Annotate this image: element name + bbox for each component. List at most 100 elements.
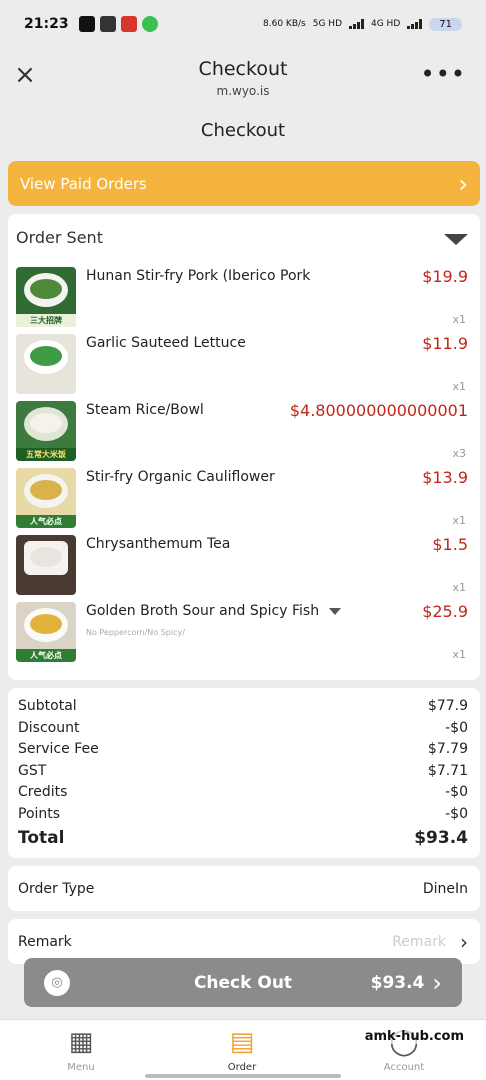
tab-menu-label: Menu: [67, 1062, 95, 1073]
credits-label: Credits: [18, 784, 68, 800]
item-name: Stir-fry Organic Cauliflower: [86, 469, 275, 485]
order-item: 三大招牌 Hunan Stir-fry Pork (Iberico Pork $…: [8, 267, 480, 334]
item-image: [16, 535, 76, 595]
order-item: Garlic Sauteed Lettuce $11.9 x1: [8, 334, 480, 401]
order-type-value: DineIn: [422, 880, 468, 897]
food-shape: [30, 413, 62, 433]
signal-icon: [407, 19, 423, 29]
food-shape: [30, 614, 62, 634]
collapse-toggle-icon[interactable]: [444, 234, 468, 245]
item-qty: x1: [452, 648, 466, 661]
item-name: Golden Broth Sour and Spicy Fish: [86, 603, 342, 619]
order-item: Chrysanthemum Tea $1.5 x1: [8, 535, 480, 602]
item-name: Hunan Stir-fry Pork (Iberico Pork: [86, 268, 311, 284]
discount-value: -$0: [445, 719, 468, 736]
item-image: 五常大米饭: [16, 401, 76, 461]
order-type-label: Order Type: [18, 880, 95, 897]
item-qty: x1: [452, 313, 466, 326]
item-badge: 人气必点: [16, 649, 76, 662]
browser-header: × Checkout m.wyo.is •••: [0, 48, 486, 110]
checkout-button[interactable]: ◎ Check Out $93.4 ›: [24, 958, 462, 1007]
home-indicator[interactable]: [145, 1074, 341, 1078]
total-value: $93.4: [414, 828, 468, 848]
food-shape: [30, 346, 62, 366]
order-item: 人气必点 Golden Broth Sour and Spicy Fish No…: [8, 602, 480, 669]
discount-label: Discount: [18, 719, 80, 736]
credits-value: -$0: [445, 784, 468, 800]
item-badge: 人气必点: [16, 515, 76, 528]
service-fee-row: Service Fee $7.79: [18, 739, 468, 761]
options-dropdown-icon[interactable]: [329, 607, 342, 615]
price-summary-card: Subtotal $77.9 Discount -$0 Service Fee $7.…: [8, 688, 480, 858]
chevron-right-icon: ›: [458, 169, 468, 198]
order-type-row[interactable]: Order Type DineIn: [8, 866, 480, 911]
remark-input[interactable]: Remark: [392, 934, 446, 950]
order-sent-title: Order Sent: [16, 228, 103, 247]
gst-label: GST: [18, 762, 47, 779]
chevron-right-icon: ›: [460, 929, 468, 954]
gst-value: $7.71: [427, 762, 468, 779]
subtotal-row: Subtotal $77.9: [18, 696, 468, 718]
food-shape: [30, 480, 62, 500]
chevron-right-icon: ›: [432, 968, 442, 997]
item-qty: x1: [452, 514, 466, 527]
points-row: Points -$0: [18, 804, 468, 826]
item-price: $25.9: [422, 602, 468, 621]
status-bar: 21:23 8.60 KB/s 5G HD 4G HD 71: [0, 0, 486, 48]
item-note: No Peppercorn/No Spicy/: [86, 628, 185, 637]
status-time: 21:23: [24, 16, 69, 32]
discount-row: Discount -$0: [18, 718, 468, 740]
order-sent-card: Order Sent 三大招牌 Hunan Stir-fry Pork (Ibe…: [8, 214, 480, 680]
points-value: -$0: [445, 805, 468, 822]
total-row: Total $93.4: [18, 825, 468, 851]
item-image: 人气必点: [16, 602, 76, 662]
item-qty: x3: [452, 447, 466, 460]
item-badge: 三大招牌: [16, 314, 76, 327]
page-title: Checkout: [200, 120, 286, 141]
signal-icon: [349, 19, 364, 29]
total-label: Total: [18, 828, 65, 848]
item-price: $11.9: [422, 334, 468, 353]
view-paid-orders-label: View Paid Orders: [20, 174, 147, 193]
watermark: amk-hub.com: [362, 1029, 466, 1044]
item-image: [16, 334, 76, 394]
subtotal-label: Subtotal: [18, 698, 77, 714]
item-name: Steam Rice/Bowl: [86, 402, 204, 418]
item-price: $1.5: [432, 535, 468, 554]
tab-order-label: Order: [227, 1062, 257, 1073]
food-shape: [30, 547, 62, 567]
subtotal-value: $77.9: [427, 698, 468, 714]
tab-order[interactable]: ▤ Order: [202, 1026, 282, 1073]
item-name-text: Golden Broth Sour and Spicy Fish: [86, 603, 320, 619]
checkout-amount: $93.4: [370, 972, 425, 993]
app-notification-icon: [120, 16, 137, 32]
service-fee-label: Service Fee: [18, 741, 99, 757]
order-list-icon: ▤: [229, 1027, 255, 1057]
item-name: Chrysanthemum Tea: [86, 536, 231, 552]
service-fee-value: $7.79: [427, 741, 468, 757]
item-name: Garlic Sauteed Lettuce: [86, 335, 246, 351]
points-label: Points: [18, 805, 61, 822]
item-qty: x1: [452, 380, 466, 393]
mail-icon: [99, 16, 116, 32]
sim2-label: 4G HD: [371, 19, 401, 29]
tiktok-icon: [78, 16, 95, 32]
tab-menu[interactable]: ▦ Menu: [41, 1026, 121, 1073]
view-paid-orders-button[interactable]: View Paid Orders ›: [8, 161, 480, 206]
more-options-icon[interactable]: •••: [421, 60, 466, 88]
item-qty: x1: [452, 581, 466, 594]
order-item: 五常大米饭 Steam Rice/Bowl $4.800000000000001…: [8, 401, 480, 468]
order-item: 人气必点 Stir-fry Organic Cauliflower $13.9 …: [8, 468, 480, 535]
battery-icon: 71: [429, 17, 462, 31]
credits-row: Credits -$0: [18, 782, 468, 804]
food-shape: [30, 279, 62, 299]
header-title: Checkout: [198, 58, 288, 80]
header-url: m.wyo.is: [216, 84, 270, 98]
gst-row: GST $7.71: [18, 761, 468, 783]
network-speed: 8.60 KB/s: [263, 19, 306, 29]
tab-account-label: Account: [383, 1062, 425, 1073]
item-price: $4.800000000000001: [289, 401, 468, 420]
grid-menu-icon: ▦: [68, 1027, 94, 1057]
item-price: $19.9: [422, 267, 468, 286]
item-image: 三大招牌: [16, 267, 76, 327]
